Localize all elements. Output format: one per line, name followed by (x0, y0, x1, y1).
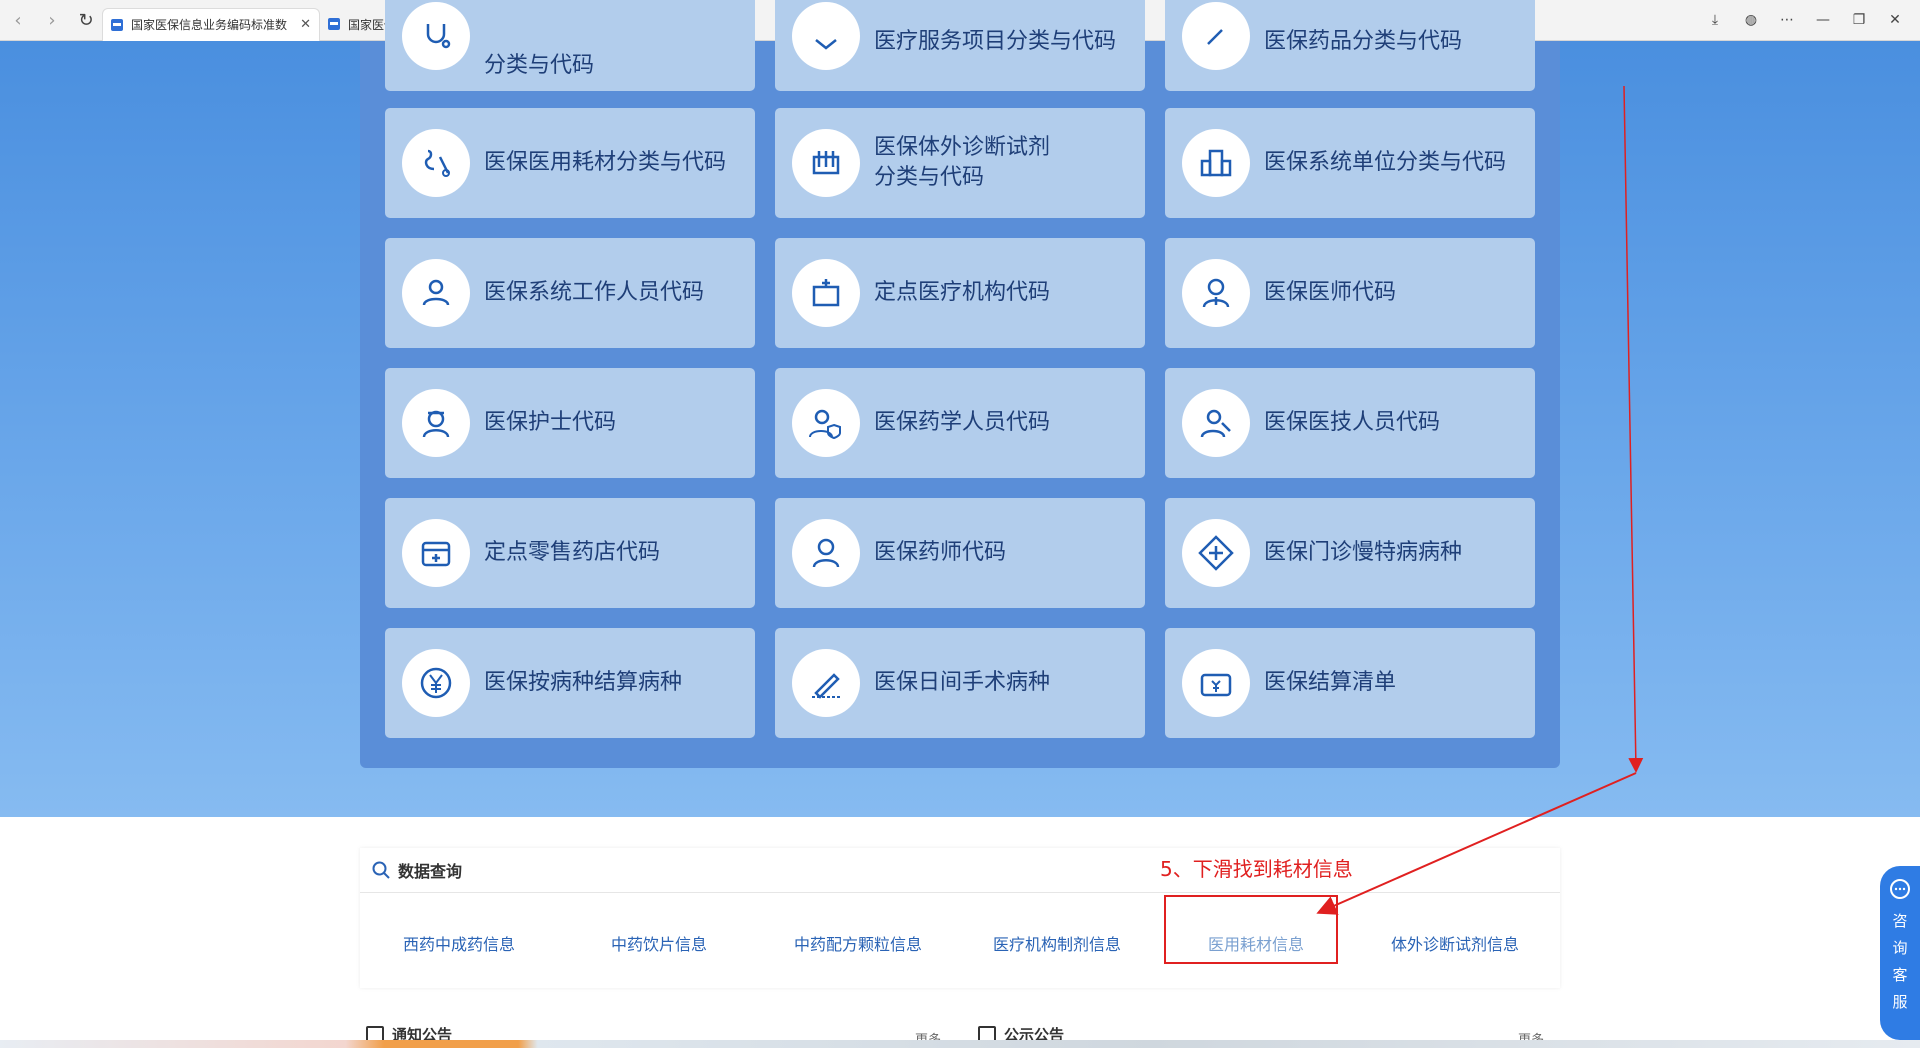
consult-char: 客 (1892, 966, 1908, 984)
pharmacy-store-icon (402, 519, 470, 587)
medical-cross-icon (1182, 519, 1250, 587)
download-icon[interactable]: ⤓ (1700, 5, 1730, 35)
category-card-label: 医保系统单位分类与代码 (1264, 150, 1507, 175)
category-card[interactable]: 医保系统工作人员代码 (385, 238, 755, 348)
annotation-highlight-box (1164, 895, 1338, 964)
yuan-coin-icon (402, 649, 470, 717)
customer-service-widget[interactable]: 咨 询 客 服 (1880, 866, 1920, 1040)
category-card[interactable]: 医保系统单位分类与代码 (1165, 108, 1535, 218)
pharmacist-icon (792, 519, 860, 587)
category-card-label: 定点零售药店代码 (484, 540, 661, 565)
restore-icon[interactable]: ❐ (1844, 5, 1874, 35)
staff-person-icon (402, 259, 470, 327)
category-card-label: 医保体外诊断试剂 分类与代码 (874, 135, 1051, 190)
technician-icon (1182, 389, 1250, 457)
category-card-label: 医保药师代码 (874, 540, 1007, 565)
globe-icon[interactable]: ◍ (1736, 5, 1766, 35)
category-card-label: 医保按病种结算病种 (484, 670, 683, 695)
query-link-ivd-reagents[interactable]: 体外诊断试剂信息 (1391, 931, 1519, 955)
nurse-icon (402, 389, 470, 457)
query-link-tcm-granules[interactable]: 中药配方颗粒信息 (794, 931, 922, 955)
site-favicon-icon (328, 18, 340, 30)
close-tab-icon[interactable]: ✕ (300, 17, 311, 32)
category-card[interactable]: 医保医用耗材分类与代码 (385, 108, 755, 218)
scalpel-icon (792, 649, 860, 717)
data-query-title: 数据查询 (398, 862, 463, 881)
wallet-yuan-icon (1182, 649, 1250, 717)
category-card[interactable]: 医保门诊慢特病病种 (1165, 498, 1535, 608)
close-window-icon[interactable]: ✕ (1880, 5, 1910, 35)
category-card[interactable]: 医保药品分类与代码 (1165, 0, 1535, 91)
category-panel: 分类与代码 医疗服务项目分类与代码 医保药品分类与代码 医保医用耗材分类与代码医… (360, 0, 1560, 768)
category-card-label: 医保医用耗材分类与代码 (484, 150, 727, 175)
category-card[interactable]: 医疗服务项目分类与代码 (775, 0, 1145, 91)
data-query-header: 数据查询 (360, 848, 1560, 893)
reload-button[interactable]: ↻ (70, 4, 102, 36)
surgical-tools-icon (402, 129, 470, 197)
category-card-label: 分类与代码 (484, 53, 595, 78)
annotation-instruction: 5、下滑找到耗材信息 (1160, 857, 1353, 881)
category-card-label: 定点医疗机构代码 (874, 280, 1051, 305)
forward-button[interactable]: › (36, 4, 68, 36)
category-card[interactable]: 医保日间手术病种 (775, 628, 1145, 738)
test-tubes-icon (792, 129, 860, 197)
category-card-label: 医保药品分类与代码 (1264, 29, 1463, 54)
hospital-icon (792, 259, 860, 327)
category-card[interactable]: 医保护士代码 (385, 368, 755, 478)
site-favicon-icon (111, 18, 123, 31)
category-card-label: 医保护士代码 (484, 410, 617, 435)
bottom-banner-strip (0, 1040, 1920, 1048)
query-link-institution-preparations[interactable]: 医疗机构制剂信息 (993, 931, 1121, 955)
building-icon (1182, 129, 1250, 197)
category-card[interactable]: 医保结算清单 (1165, 628, 1535, 738)
category-card[interactable]: 医保医师代码 (1165, 238, 1535, 348)
tab-active[interactable]: 国家医保信息业务编码标准数 ✕ (102, 7, 320, 41)
category-card[interactable]: 医保药师代码 (775, 498, 1145, 608)
doctor-icon (1182, 259, 1250, 327)
category-card[interactable]: 医保体外诊断试剂 分类与代码 (775, 108, 1145, 218)
category-card-label: 医保系统工作人员代码 (484, 280, 705, 305)
category-section: 分类与代码 医疗服务项目分类与代码 医保药品分类与代码 医保医用耗材分类与代码医… (0, 0, 1920, 817)
category-card-label: 医保医师代码 (1264, 280, 1397, 305)
data-query-links: 西药中成药信息 中药饮片信息 中药配方颗粒信息 医疗机构制剂信息 医用耗材信息 … (360, 893, 1560, 987)
heart-shield-icon (792, 2, 860, 70)
consult-char: 服 (1892, 993, 1908, 1011)
pharmacist-shield-icon (792, 389, 860, 457)
search-icon (370, 859, 392, 881)
more-menu-icon[interactable]: ⋯ (1772, 5, 1802, 35)
data-query-box: 数据查询 西药中成药信息 中药饮片信息 中药配方颗粒信息 医疗机构制剂信息 医用… (360, 848, 1560, 988)
stethoscope-icon (402, 2, 470, 70)
category-card[interactable]: 定点零售药店代码 (385, 498, 755, 608)
consult-char: 询 (1892, 939, 1908, 957)
category-card[interactable]: 医保药学人员代码 (775, 368, 1145, 478)
category-card[interactable]: 医保按病种结算病种 (385, 628, 755, 738)
pill-icon (1182, 2, 1250, 70)
back-button[interactable]: ‹ (2, 4, 34, 36)
category-card[interactable]: 分类与代码 (385, 0, 755, 91)
category-card-label: 医保药学人员代码 (874, 410, 1051, 435)
query-section: 数据查询 西药中成药信息 中药饮片信息 中药配方颗粒信息 医疗机构制剂信息 医用… (0, 817, 1920, 1048)
browser-viewport: ‹ › ↻ 国家医保信息业务编码标准数 ✕ 国家医保信息业务编码标准数据库 ⌕ … (0, 0, 1920, 1048)
query-link-western-medicine[interactable]: 西药中成药信息 (403, 931, 515, 955)
consult-char: 咨 (1892, 912, 1908, 930)
category-card-label: 医保医技人员代码 (1264, 410, 1441, 435)
category-card[interactable]: 医保医技人员代码 (1165, 368, 1535, 478)
minimize-icon[interactable]: — (1808, 5, 1838, 35)
category-card[interactable]: 定点医疗机构代码 (775, 238, 1145, 348)
category-card-label: 医保日间手术病种 (874, 670, 1051, 695)
query-link-chinese-herbal-pieces[interactable]: 中药饮片信息 (611, 931, 707, 955)
chat-bubble-icon (1890, 879, 1910, 899)
category-card-label: 医疗服务项目分类与代码 (874, 29, 1117, 54)
category-card-label: 医保结算清单 (1264, 670, 1397, 695)
category-card-label: 医保门诊慢特病病种 (1264, 540, 1463, 565)
tab-title: 国家医保信息业务编码标准数 (131, 18, 288, 32)
